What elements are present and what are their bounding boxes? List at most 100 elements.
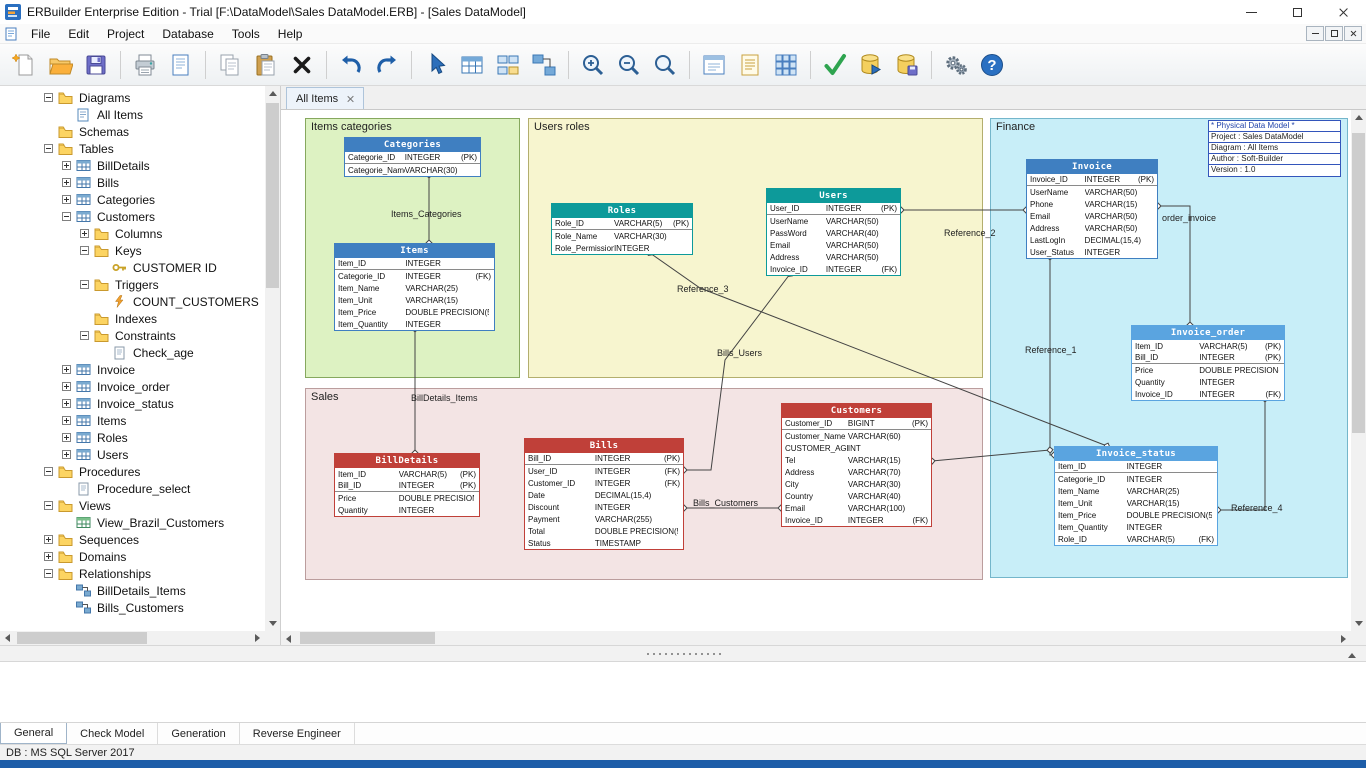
collapse-icon[interactable] <box>44 467 53 476</box>
entity-invoice_order[interactable]: Invoice_orderItem_IDVARCHAR(5)(PK)Bill_I… <box>1131 325 1285 401</box>
tree-item-billdetails-items[interactable]: BillDetails_Items <box>0 582 265 599</box>
tree-item-tables[interactable]: Tables <box>0 140 265 157</box>
collapse-icon[interactable] <box>62 212 71 221</box>
mdi-minimize-button[interactable] <box>1306 26 1324 41</box>
tree-item-items[interactable]: Items <box>0 412 265 429</box>
expand-icon[interactable] <box>44 552 53 561</box>
tree-item-invoice[interactable]: Invoice <box>0 361 265 378</box>
save-button[interactable] <box>78 47 114 83</box>
tree-item-roles[interactable]: Roles <box>0 429 265 446</box>
output-tab-reverse-engineer[interactable]: Reverse Engineer <box>240 723 355 744</box>
expand-icon[interactable] <box>62 365 71 374</box>
collapse-panel-button[interactable] <box>1344 650 1360 660</box>
tree-item-triggers[interactable]: Triggers <box>0 276 265 293</box>
output-tab-generation[interactable]: Generation <box>158 723 239 744</box>
minimize-button[interactable] <box>1228 0 1274 24</box>
generate-db-button[interactable] <box>889 47 925 83</box>
output-tab-general[interactable]: General <box>0 723 67 744</box>
entity-billdetails[interactable]: BillDetailsItem_IDVARCHAR(5)(PK)Bill_IDI… <box>334 453 480 517</box>
menu-tools[interactable]: Tools <box>223 25 269 43</box>
auto-layout-button[interactable] <box>490 47 526 83</box>
entity-items[interactable]: ItemsItem_IDINTEGERCategorie_IDINTEGER(F… <box>334 243 495 331</box>
entity-invoice_status[interactable]: Invoice_statusItem_IDINTEGERCategorie_ID… <box>1054 446 1218 546</box>
tab-all-items[interactable]: All Items <box>286 87 364 109</box>
settings-button[interactable] <box>938 47 974 83</box>
tree-item-view-brazil-customers[interactable]: View_Brazil_Customers <box>0 514 265 531</box>
expand-icon[interactable] <box>62 382 71 391</box>
zoom-button[interactable] <box>647 47 683 83</box>
canvas-vertical-scrollbar[interactable] <box>1351 110 1366 631</box>
tree-item-customers[interactable]: Customers <box>0 208 265 225</box>
collapse-icon[interactable] <box>44 501 53 510</box>
new-button[interactable] <box>6 47 42 83</box>
redo-button[interactable] <box>369 47 405 83</box>
tree-item-schemas[interactable]: Schemas <box>0 123 265 140</box>
diagram-canvas[interactable]: Items categoriesUsers rolesFinanceSalesC… <box>281 110 1351 631</box>
tree-item-categories[interactable]: Categories <box>0 191 265 208</box>
tree-item-views[interactable]: Views <box>0 497 265 514</box>
mdi-close-button[interactable] <box>1344 26 1362 41</box>
tree-item-billdetails[interactable]: BillDetails <box>0 157 265 174</box>
paste-button[interactable] <box>248 47 284 83</box>
splitter-handle-icon[interactable] <box>645 652 721 655</box>
add-table-button[interactable] <box>454 47 490 83</box>
print-preview-button[interactable] <box>163 47 199 83</box>
report-button[interactable] <box>732 47 768 83</box>
expand-icon[interactable] <box>62 195 71 204</box>
pointer-button[interactable] <box>418 47 454 83</box>
menu-project[interactable]: Project <box>98 25 153 43</box>
zoom-in-button[interactable] <box>575 47 611 83</box>
tree-item-invoice-order[interactable]: Invoice_order <box>0 378 265 395</box>
check-model-button[interactable] <box>817 47 853 83</box>
tree-item-bills[interactable]: Bills <box>0 174 265 191</box>
open-button[interactable] <box>42 47 78 83</box>
scroll-up-icon[interactable] <box>265 86 280 101</box>
tree-vertical-scrollbar[interactable] <box>265 86 280 631</box>
canvas-horizontal-scrollbar[interactable] <box>281 631 1351 645</box>
views-panel-button[interactable] <box>696 47 732 83</box>
scroll-right-icon[interactable] <box>250 631 265 645</box>
tree-item-relationships[interactable]: Relationships <box>0 565 265 582</box>
expand-icon[interactable] <box>62 178 71 187</box>
scrollbar-thumb[interactable] <box>17 632 147 644</box>
mdi-restore-button[interactable] <box>1325 26 1343 41</box>
tree-item-all-items[interactable]: All Items <box>0 106 265 123</box>
menu-edit[interactable]: Edit <box>59 25 98 43</box>
scrollbar-thumb[interactable] <box>1352 133 1365 433</box>
tree-item-columns[interactable]: Columns <box>0 225 265 242</box>
menu-file[interactable]: File <box>22 25 59 43</box>
entity-roles[interactable]: RolesRole_IDVARCHAR(5)(PK)Role_NameVARCH… <box>551 203 693 255</box>
tree-horizontal-scrollbar[interactable] <box>0 631 265 645</box>
maximize-button[interactable] <box>1274 0 1320 24</box>
delete-button[interactable] <box>284 47 320 83</box>
add-relationship-button[interactable] <box>526 47 562 83</box>
expand-icon[interactable] <box>44 535 53 544</box>
tree-item-procedure-select[interactable]: Procedure_select <box>0 480 265 497</box>
tab-close-icon[interactable] <box>346 95 354 103</box>
expand-icon[interactable] <box>62 416 71 425</box>
collapse-icon[interactable] <box>44 144 53 153</box>
close-button[interactable] <box>1320 0 1366 24</box>
tree-item-procedures[interactable]: Procedures <box>0 463 265 480</box>
output-tab-check-model[interactable]: Check Model <box>67 723 158 744</box>
menu-database[interactable]: Database <box>153 25 222 43</box>
tree-item-keys[interactable]: Keys <box>0 242 265 259</box>
scroll-down-icon[interactable] <box>265 616 280 631</box>
tree-item-diagrams[interactable]: Diagrams <box>0 89 265 106</box>
entity-categories[interactable]: CategoriesCategorie_IDINTEGER(PK)Categor… <box>344 137 481 177</box>
tree-item-sequences[interactable]: Sequences <box>0 531 265 548</box>
scrollbar-thumb[interactable] <box>266 103 279 288</box>
expand-icon[interactable] <box>62 450 71 459</box>
tree-item-bills-customers[interactable]: Bills_Customers <box>0 599 265 616</box>
expand-icon[interactable] <box>62 399 71 408</box>
scroll-down-icon[interactable] <box>1351 616 1366 631</box>
collapse-icon[interactable] <box>80 331 89 340</box>
expand-icon[interactable] <box>62 161 71 170</box>
tree-item-domains[interactable]: Domains <box>0 548 265 565</box>
print-button[interactable] <box>127 47 163 83</box>
entity-customers[interactable]: CustomersCustomer_IDBIGINT(PK)Customer_N… <box>781 403 932 527</box>
tree-item-users[interactable]: Users <box>0 446 265 463</box>
tree-item-count-customers[interactable]: COUNT_CUSTOMERS <box>0 293 265 310</box>
scroll-left-icon[interactable] <box>281 631 296 646</box>
tree-item-constraints[interactable]: Constraints <box>0 327 265 344</box>
